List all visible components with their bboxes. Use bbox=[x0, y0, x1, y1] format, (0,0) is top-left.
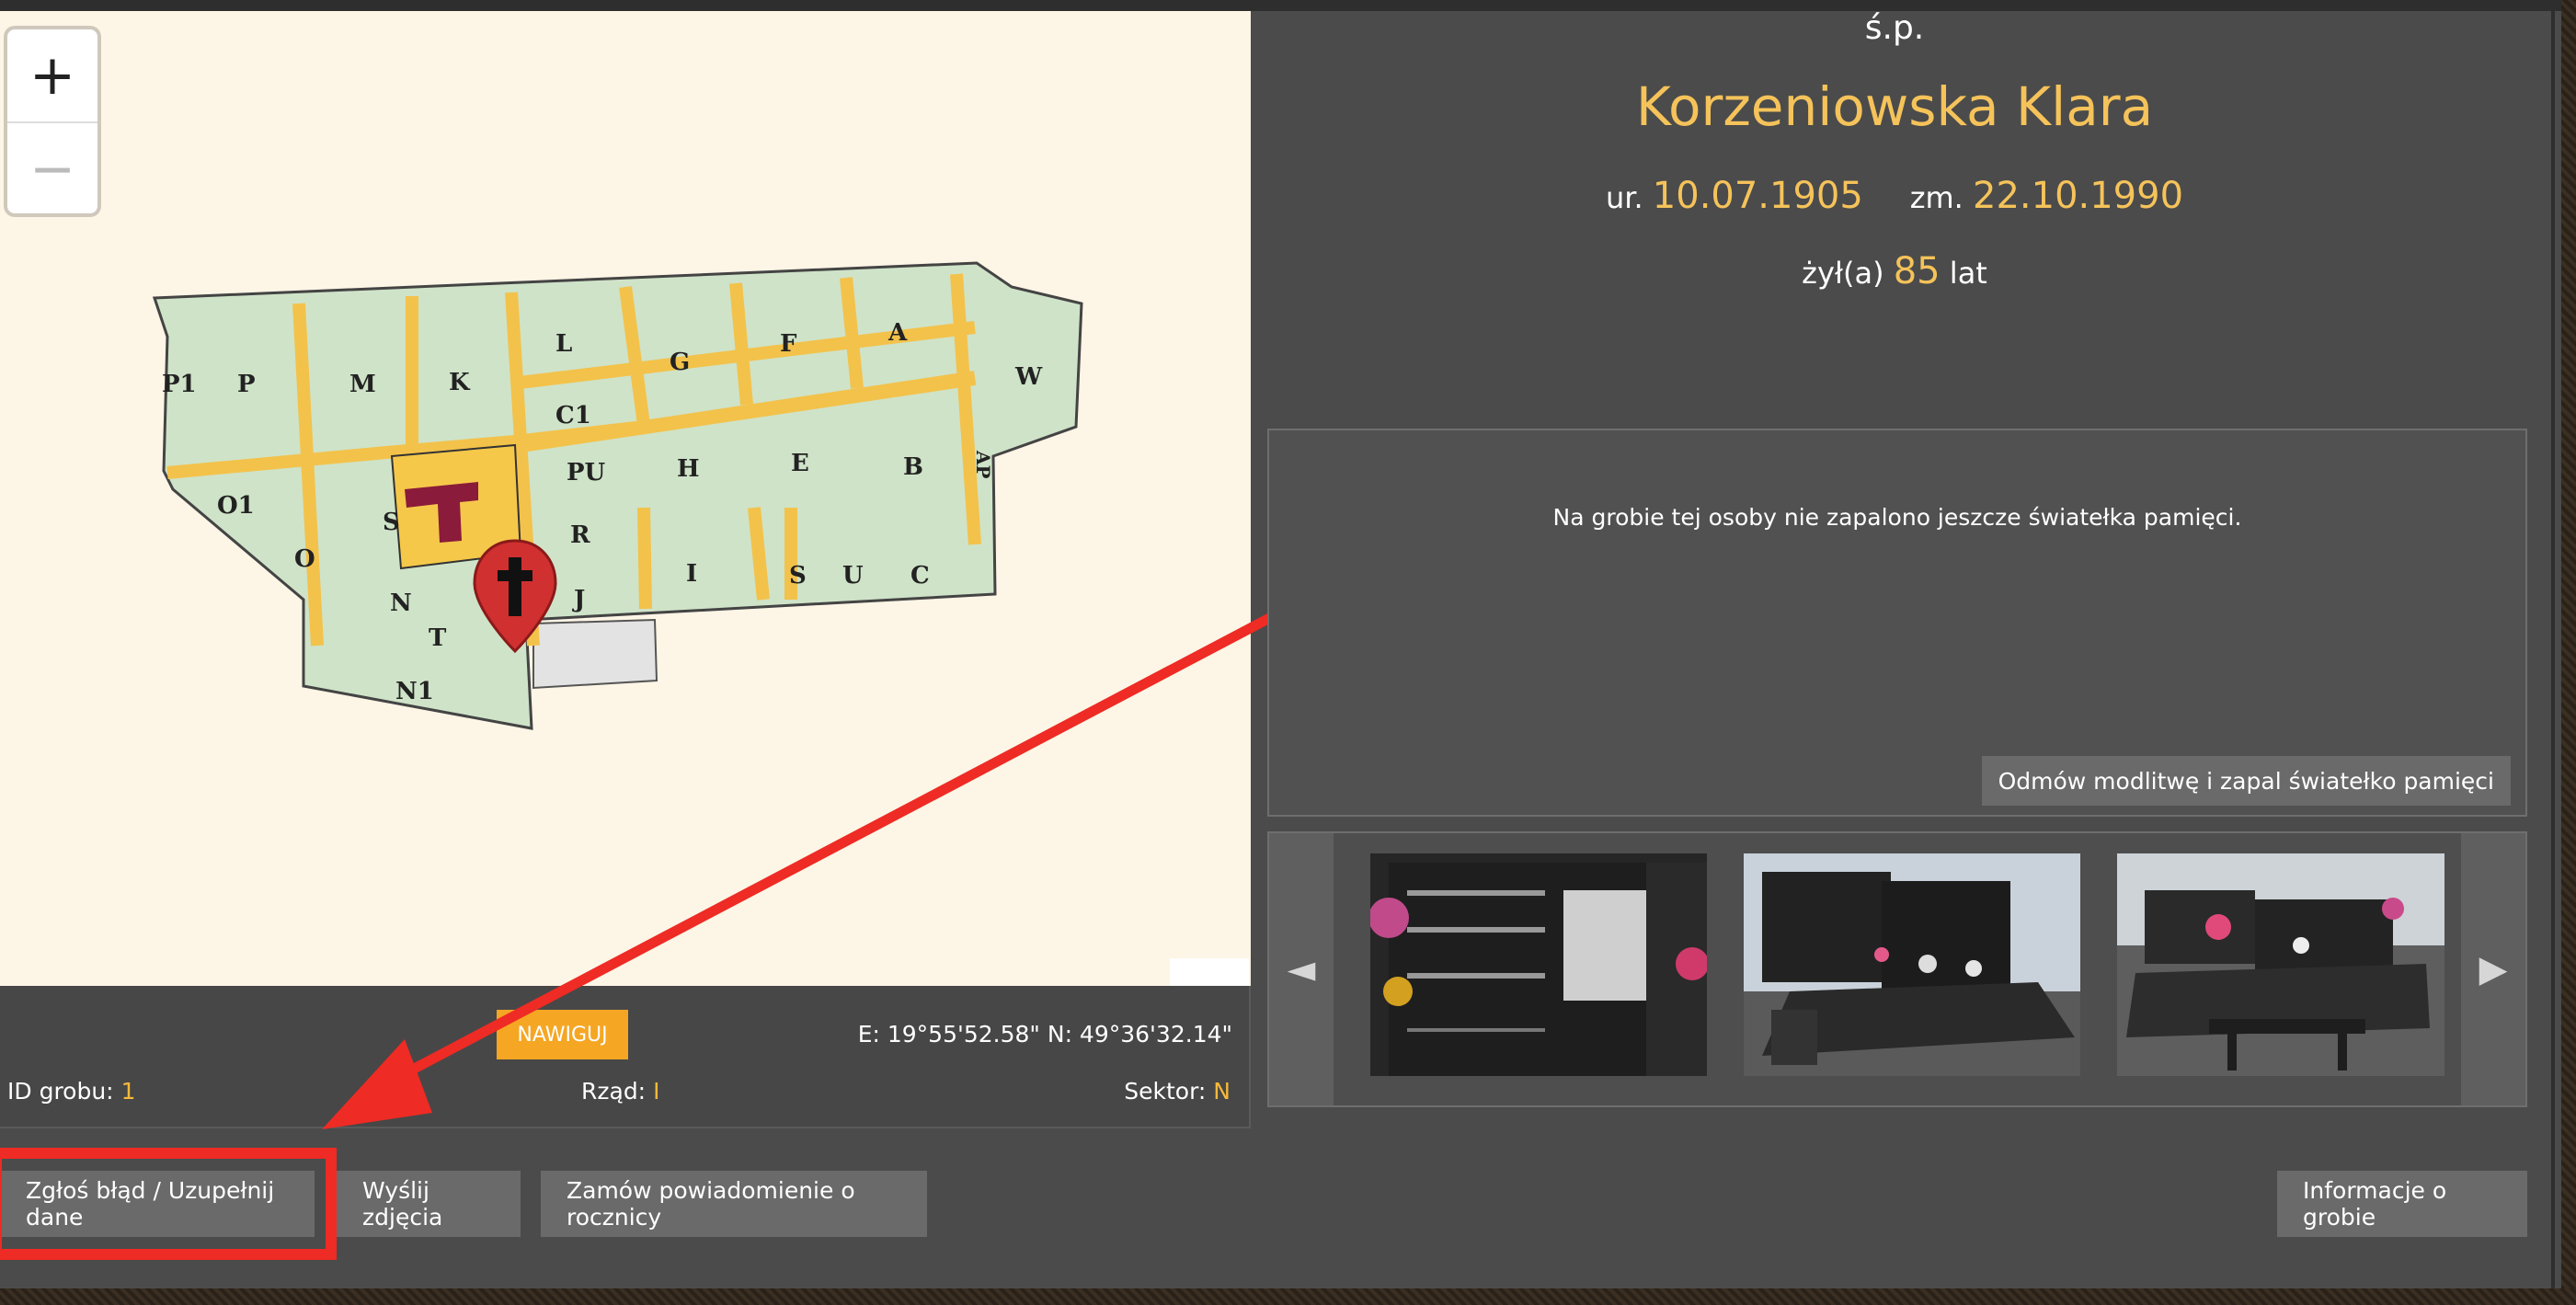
memorial-prefix: ś.p. bbox=[1864, 9, 1925, 47]
photo-gallery: ◄ ▶ bbox=[1267, 831, 2527, 1107]
gallery-prev-button[interactable]: ◄ bbox=[1269, 833, 1334, 1105]
light-candle-button[interactable]: Odmów modlitwę i zapal światełko pamięci bbox=[1981, 756, 2511, 806]
grave-photo-2[interactable] bbox=[1744, 853, 2080, 1076]
lived-label: żył(a) bbox=[1802, 256, 1884, 291]
grave-photo-2-image bbox=[1744, 853, 2080, 1076]
age-line: żył(a) 85 lat bbox=[1435, 250, 2354, 292]
age-value: 85 bbox=[1893, 250, 1941, 292]
no-candles-message: Na grobie tej osoby nie zapalono jeszcze… bbox=[1552, 504, 2242, 531]
age-unit: lat bbox=[1949, 256, 1987, 291]
grave-photo-1-image bbox=[1370, 853, 1707, 1076]
died-date: 22.10.1990 bbox=[1973, 175, 2184, 217]
grave-photo-3-image bbox=[2117, 853, 2444, 1076]
grave-photo-3[interactable] bbox=[2117, 853, 2444, 1076]
grave-photo-1[interactable] bbox=[1370, 853, 1707, 1076]
deceased-name: Korzeniowska Klara bbox=[1635, 75, 2154, 138]
born-date: 10.07.1905 bbox=[1652, 175, 1863, 217]
born-label: ur. bbox=[1605, 180, 1643, 215]
memorial-candle-panel: Na grobie tej osoby nie zapalono jeszcze… bbox=[1267, 429, 2527, 817]
died-label: zm. bbox=[1909, 180, 1963, 215]
gallery-next-button[interactable]: ▶ bbox=[2461, 833, 2525, 1105]
life-dates: ur. 10.07.1905 zm. 22.10.1990 bbox=[1435, 175, 2354, 217]
